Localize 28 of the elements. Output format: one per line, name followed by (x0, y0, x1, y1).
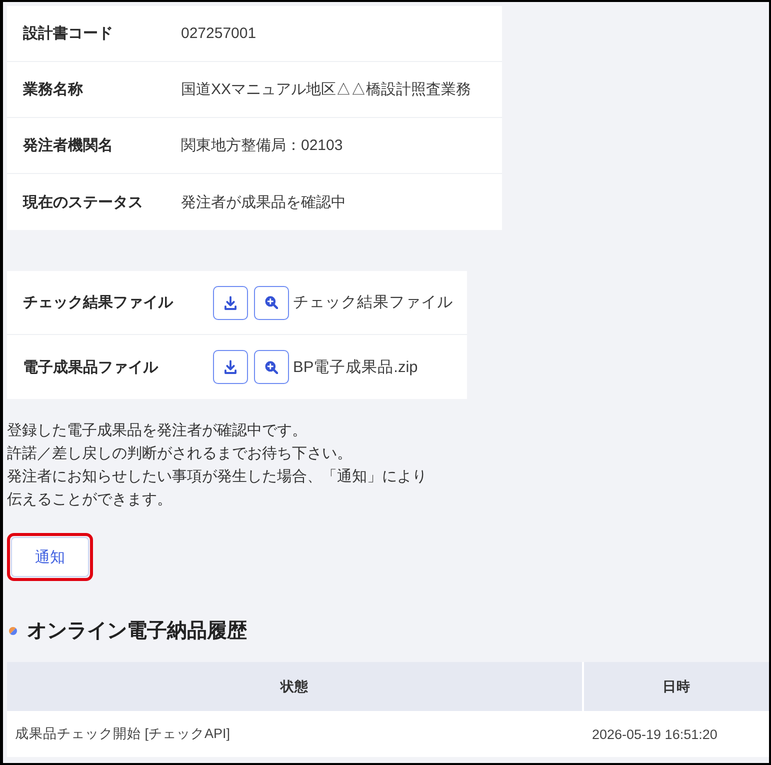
file-name: BP電子成果品.zip (293, 358, 418, 378)
download-icon (224, 360, 237, 374)
file-label: チェック結果ファイル (23, 293, 174, 312)
field-label: 業務名称 (23, 80, 84, 99)
table-cell: 成果品チェック開始 [チェックAPI] (7, 711, 584, 757)
zoom-in-icon (265, 296, 278, 309)
download-button[interactable] (213, 350, 248, 384)
file-name: チェック結果ファイル (293, 293, 453, 313)
field-value: 関東地方整備局：02103 (181, 136, 344, 155)
field-label: 発注者機関名 (23, 136, 114, 155)
zoom-in-icon (265, 360, 278, 374)
section-title: オンライン電子納品履歴 (27, 619, 247, 644)
field-label: 現在のステータス (23, 192, 144, 212)
download-button[interactable] (213, 286, 248, 320)
field-value: 027257001 (181, 25, 258, 42)
notify-button[interactable]: 通知 (11, 537, 89, 577)
field-value: 発注者が成果品を確認中 (181, 192, 347, 212)
table-cell: 2026-05-19 16:51:20 (584, 711, 769, 757)
zoom-in-button[interactable] (254, 350, 289, 384)
field-label: 設計書コード (23, 24, 114, 43)
zoom-in-button[interactable] (254, 286, 289, 320)
column-header: 状態 (7, 662, 584, 711)
download-icon (224, 296, 237, 310)
file-label: 電子成果品ファイル (23, 358, 160, 376)
message-text: 登録した電子成果品を発注者が確認中です。 許諾／差し戻しの判断がされるまでお待ち下さい。 発注者にお知らせしたい事項が発生した場合、「通知」により 伝えることができます。 (7, 421, 428, 510)
column-header: 日時 (584, 662, 769, 711)
section-dot-icon (9, 627, 17, 635)
field-value: 国道XXマニュアル地区△△橋設計照査業務 (181, 80, 472, 99)
